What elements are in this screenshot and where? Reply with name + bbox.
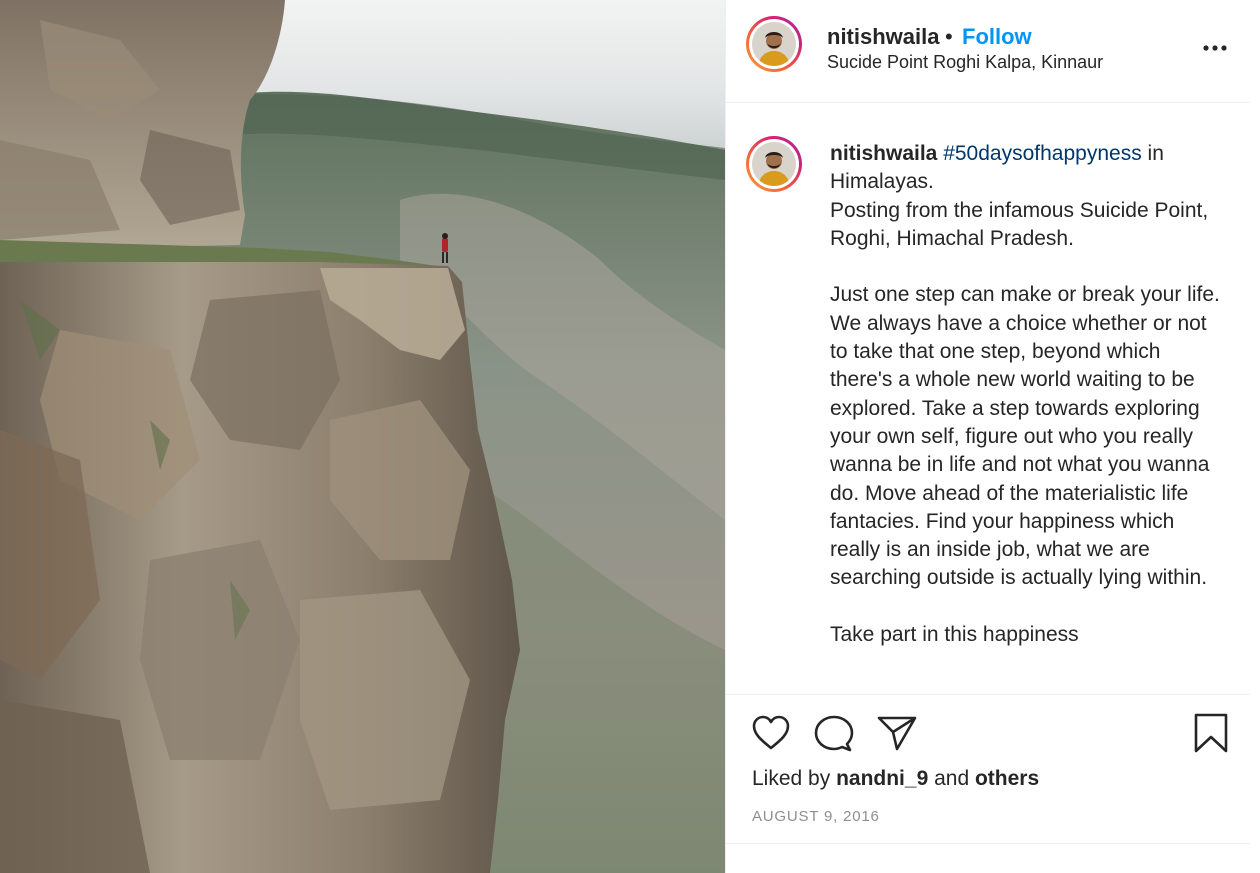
save-button[interactable] [1194,713,1228,758]
more-options-button[interactable] [1200,36,1230,60]
separator-dot: • [945,24,953,49]
post-header: nitishwaila • Follow Sucide Point Roghi … [726,0,1250,103]
post-details-panel: nitishwaila • Follow Sucide Point Roghi … [725,0,1260,873]
caption-body: in Himalayas. Posting from the infamous … [830,142,1220,647]
comment-icon [814,715,854,752]
author-username[interactable]: nitishwaila [827,24,939,50]
more-horizontal-icon [1203,45,1227,51]
caption-author-avatar[interactable] [746,136,802,192]
cliff-photo [0,0,725,873]
follow-button[interactable]: Follow [962,24,1032,50]
comment-bar [726,843,1250,873]
author-avatar[interactable] [746,16,802,72]
post-location[interactable]: Sucide Point Roghi Kalpa, Kinnaur [827,52,1103,73]
paper-plane-icon [877,716,917,751]
post-actions: Liked by nandni_9 and others AUGUST 9, 2… [726,694,1250,844]
likes-middle: and [928,767,975,790]
bookmark-icon [1194,713,1228,753]
avatar-portrait-icon [752,142,796,186]
likes-others-link[interactable]: others [975,767,1039,790]
comment-button[interactable] [814,715,854,758]
share-button[interactable] [877,715,917,756]
liked-by-user-link[interactable]: nandni_9 [836,767,928,790]
caption-section: nitishwaila #50daysofhappyness in Himala… [726,104,1250,694]
post-photo[interactable] [0,0,725,873]
post-date[interactable]: AUGUST 9, 2016 [752,808,880,825]
heart-icon [752,715,790,750]
caption-username[interactable]: nitishwaila [830,142,937,165]
like-button[interactable] [752,715,790,756]
likes-summary: Liked by nandni_9 and others [752,767,1039,791]
avatar-portrait-icon [752,22,796,66]
hashtag-link[interactable]: #50daysofhappyness [943,142,1142,165]
likes-prefix: Liked by [752,767,837,790]
caption-text: nitishwaila #50daysofhappyness in Himala… [830,140,1220,649]
